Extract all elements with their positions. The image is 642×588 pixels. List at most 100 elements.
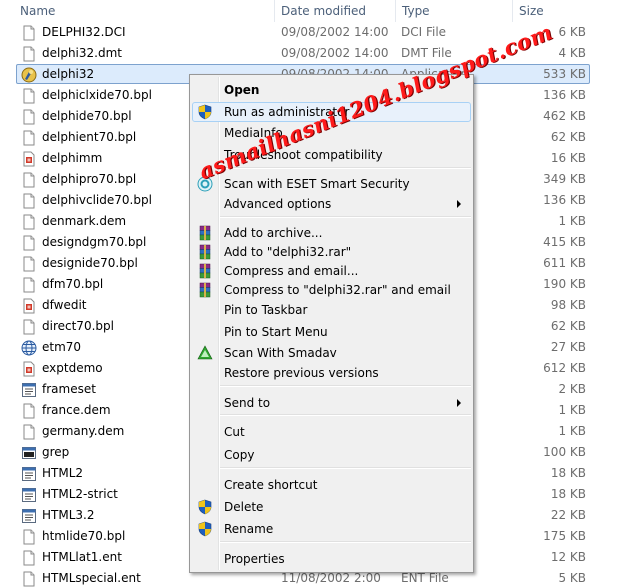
document-icon — [21, 571, 37, 587]
file-size: 462 KB — [543, 109, 586, 123]
file-size: 190 KB — [543, 277, 586, 291]
column-header-name[interactable]: Name — [14, 0, 274, 22]
menu-item-pin-to-start-menu[interactable]: Pin to Start Menu — [192, 322, 471, 342]
menu-item-label: Scan with ESET Smart Security — [224, 177, 410, 191]
menu-item-mediainfo[interactable]: MediaInfo — [192, 123, 471, 143]
menu-item-scan-with-eset-smart-security[interactable]: Scan with ESET Smart Security — [192, 174, 471, 194]
menu-item-troubleshoot-compatibility[interactable]: Troubleshoot compatibility — [192, 145, 471, 165]
menu-item-label: Add to archive... — [224, 226, 323, 240]
menu-item-advanced-options[interactable]: Advanced options — [192, 194, 471, 214]
menu-separator — [220, 216, 471, 218]
file-type: DMT File — [401, 46, 452, 60]
dll-icon — [21, 361, 37, 377]
menu-separator — [220, 385, 471, 387]
menu-item-scan-with-smadav[interactable]: Scan With Smadav — [192, 343, 471, 363]
file-size: 62 KB — [550, 130, 586, 144]
document-icon — [21, 277, 37, 293]
winrar-icon — [197, 263, 213, 279]
menu-item-cut[interactable]: Cut — [192, 422, 471, 442]
file-type: DCI File — [401, 25, 447, 39]
delphi-app-icon — [21, 67, 37, 83]
menu-item-add-to-delphi32-rar[interactable]: Add to "delphi32.rar" — [192, 242, 471, 262]
globe-icon — [21, 340, 37, 356]
menu-item-label: Compress to "delphi32.rar" and email — [224, 283, 451, 297]
menu-item-label: Send to — [224, 396, 271, 410]
file-size: 6 KB — [558, 25, 586, 39]
menu-item-compress-to-delphi32-rar-and-email[interactable]: Compress to "delphi32.rar" and email — [192, 280, 471, 300]
document-icon — [21, 529, 37, 545]
menu-item-pin-to-taskbar[interactable]: Pin to Taskbar — [192, 300, 471, 320]
console-app-icon — [21, 445, 37, 461]
document-icon — [21, 235, 37, 251]
menu-item-label: Create shortcut — [224, 478, 318, 492]
document-icon — [21, 256, 37, 272]
file-size: 533 KB — [543, 67, 586, 81]
menu-item-label: Advanced options — [224, 197, 332, 211]
text-file-icon — [21, 487, 37, 503]
document-icon — [21, 193, 37, 209]
menu-item-send-to[interactable]: Send to — [192, 393, 471, 413]
document-icon — [21, 172, 37, 188]
file-size: 5 KB — [558, 571, 586, 585]
menu-separator — [220, 467, 471, 469]
document-icon — [21, 550, 37, 566]
document-icon — [21, 109, 37, 125]
menu-item-label: Scan With Smadav — [224, 346, 337, 360]
column-header-size[interactable]: Size — [513, 0, 593, 22]
menu-item-open[interactable]: Open — [192, 80, 471, 100]
file-size: 22 KB — [550, 508, 586, 522]
menu-item-properties[interactable]: Properties — [192, 549, 471, 569]
menu-item-label: Troubleshoot compatibility — [224, 148, 383, 162]
menu-separator — [220, 167, 471, 169]
file-size: 415 KB — [543, 235, 586, 249]
menu-item-copy[interactable]: Copy — [192, 445, 471, 465]
menu-item-label: Open — [224, 83, 260, 97]
file-size: 1 KB — [558, 214, 586, 228]
menu-item-add-to-archive[interactable]: Add to archive... — [192, 223, 471, 243]
column-header-date-modified[interactable]: Date modified — [275, 0, 395, 22]
file-size: 1 KB — [558, 424, 586, 438]
document-icon — [21, 424, 37, 440]
menu-item-label: Compress and email... — [224, 264, 359, 278]
menu-item-label: Add to "delphi32.rar" — [224, 245, 352, 259]
file-size: 136 KB — [543, 88, 586, 102]
file-size: 16 KB — [550, 151, 586, 165]
file-size: 611 KB — [543, 256, 586, 270]
file-size: 612 KB — [543, 361, 586, 375]
file-size: 18 KB — [550, 466, 586, 480]
document-icon — [21, 130, 37, 146]
file-name: DELPHI32.DCI — [42, 25, 126, 39]
menu-item-label: Delete — [224, 500, 264, 514]
document-icon — [21, 403, 37, 419]
file-size: 98 KB — [550, 298, 586, 312]
menu-separator — [220, 541, 471, 543]
menu-item-rename[interactable]: Rename — [192, 519, 471, 539]
document-icon — [21, 46, 37, 62]
document-icon — [21, 25, 37, 41]
submenu-arrow-icon — [457, 399, 461, 407]
menu-item-label: Pin to Start Menu — [224, 325, 328, 339]
file-row[interactable]: delphi32.dmt 09/08/2002 14:00 DMT File 4 KB — [0, 43, 604, 64]
dll-icon — [21, 298, 37, 314]
file-size: 1 KB — [558, 403, 586, 417]
eset-icon — [197, 176, 213, 192]
uac-shield-icon — [197, 499, 213, 515]
menu-item-delete[interactable]: Delete — [192, 497, 471, 517]
menu-item-restore-previous-versions[interactable]: Restore previous versions — [192, 363, 471, 383]
menu-item-create-shortcut[interactable]: Create shortcut — [192, 475, 471, 495]
file-size: 18 KB — [550, 487, 586, 501]
menu-item-run-as-administrator[interactable]: Run as administrator — [192, 102, 471, 122]
menu-separator — [220, 414, 471, 416]
text-file-icon — [21, 466, 37, 482]
file-row[interactable]: DELPHI32.DCI 09/08/2002 14:00 DCI File 6 KB — [0, 22, 604, 43]
menu-item-label: Properties — [224, 552, 285, 566]
file-size: 100 KB — [543, 445, 586, 459]
document-icon — [21, 319, 37, 335]
column-header-type[interactable]: Type — [396, 0, 512, 22]
menu-item-label: Restore previous versions — [224, 366, 379, 380]
menu-item-compress-and-email[interactable]: Compress and email... — [192, 261, 471, 281]
file-size: 12 KB — [550, 550, 586, 564]
file-name: delphi32.dmt — [42, 46, 122, 60]
submenu-arrow-icon — [457, 200, 461, 208]
file-size: 175 KB — [543, 529, 586, 543]
